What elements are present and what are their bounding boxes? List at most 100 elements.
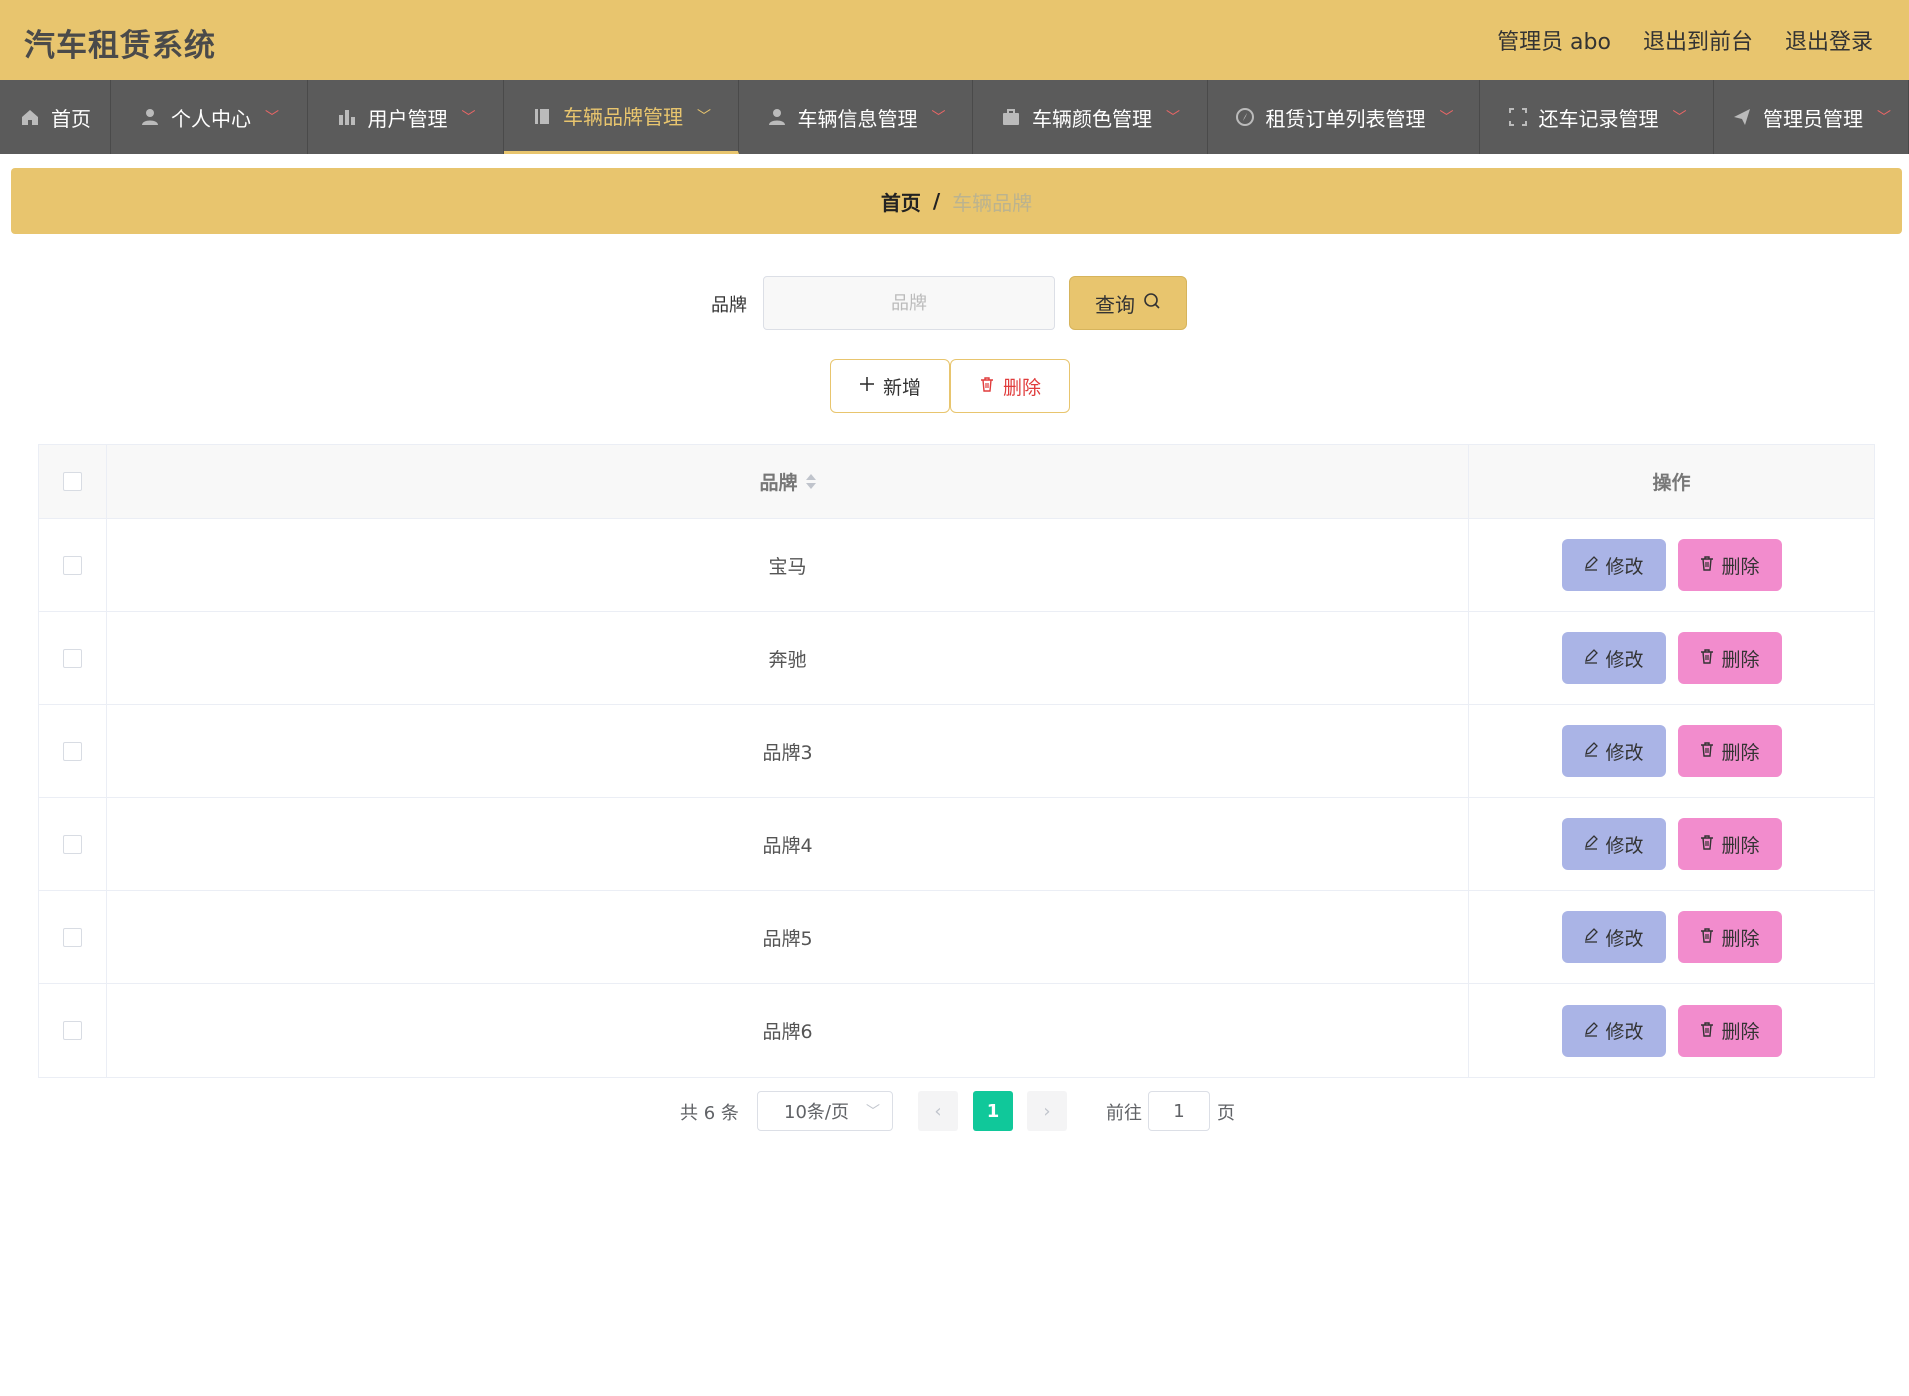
chevron-down-icon: ﹀ (1877, 110, 1891, 126)
app-root: 汽车租赁系统 管理员 abo 退出到前台 退出登录 首页 个人中心 ﹀ 用户管理 (0, 0, 1909, 1396)
batch-delete-button[interactable]: 删除 (950, 359, 1070, 413)
frame-icon (1507, 106, 1529, 128)
row-checkbox[interactable] (63, 1021, 82, 1040)
chevron-right-icon: › (1043, 1100, 1051, 1122)
row-delete-label: 删除 (1721, 741, 1760, 764)
goto-page-input[interactable] (1148, 1091, 1210, 1131)
edit-button[interactable]: 修改 (1561, 632, 1666, 684)
row-checkbox[interactable] (63, 648, 82, 668)
chevron-left-icon: ‹ (934, 1100, 942, 1122)
row-delete-button[interactable]: 删除 (1677, 632, 1782, 684)
edit-button[interactable]: 修改 (1561, 818, 1666, 870)
trash-icon (1699, 1020, 1715, 1042)
row-checkbox[interactable] (63, 741, 82, 761)
nav-item-label: 用户管理 (367, 106, 448, 131)
search-icon (1143, 291, 1161, 315)
nav-item-return-records[interactable]: 还车记录管理 ﹀ (1480, 80, 1714, 154)
trash-icon (979, 375, 995, 397)
exit-to-front-link[interactable]: 退出到前台 (1643, 24, 1753, 56)
chevron-down-icon: ﹀ (1672, 110, 1687, 126)
home-icon (19, 106, 41, 128)
edit-button[interactable]: 修改 (1561, 725, 1666, 777)
edit-button-label: 修改 (1605, 555, 1644, 578)
pagination-total: 共 6 条 (680, 1103, 739, 1124)
nav-item-rental-orders[interactable]: 租赁订单列表管理 ﹀ (1208, 80, 1480, 154)
nav-item-profile[interactable]: 个人中心 ﹀ (111, 80, 308, 154)
table-row: 奔驰 修改 删除 (39, 612, 1874, 705)
ops-cell: 修改 删除 (1469, 891, 1874, 983)
row-delete-button[interactable]: 删除 (1677, 725, 1782, 777)
nav-item-vehicle-info[interactable]: 车辆信息管理 ﹀ (739, 80, 973, 154)
nav-item-users[interactable]: 用户管理 ﹀ (308, 80, 504, 154)
app-title: 汽车租赁系统 (24, 28, 216, 64)
edit-button[interactable]: 修改 (1561, 1004, 1666, 1057)
row-checkbox[interactable] (63, 834, 82, 854)
row-checkbox[interactable] (63, 927, 82, 947)
header-actions: 管理员 abo 退出到前台 退出登录 (1497, 24, 1873, 56)
edit-button-label: 修改 (1605, 834, 1644, 857)
brand-column-header[interactable]: 品牌 (107, 445, 1469, 518)
edit-icon (1583, 554, 1599, 576)
prev-page-button[interactable]: ‹ (918, 1091, 958, 1131)
trash-icon (1699, 647, 1715, 669)
ops-column-header: 操作 (1469, 445, 1874, 518)
row-delete-label: 删除 (1721, 555, 1760, 578)
ops-cell: 修改 删除 (1469, 798, 1874, 890)
nav-item-label: 首页 (51, 106, 91, 131)
brand-cell: 品牌3 (107, 705, 1469, 797)
row-check-cell (39, 612, 107, 704)
nav-item-vehicle-color[interactable]: 车辆颜色管理 ﹀ (973, 80, 1208, 154)
compass-icon (1234, 106, 1256, 128)
nav-item-label: 个人中心 (171, 106, 251, 131)
chevron-down-icon: ﹀ (866, 1104, 880, 1120)
add-button[interactable]: 新增 (830, 359, 950, 413)
select-all-checkbox[interactable] (63, 472, 82, 491)
row-delete-label: 删除 (1721, 834, 1760, 857)
row-check-cell (39, 705, 107, 797)
table-row: 品牌4 修改 删除 (39, 798, 1874, 891)
main-nav: 首页 个人中心 ﹀ 用户管理 ﹀ 车辆品牌管理 ﹀ 车辆信息管理 ﹀ 车辆颜色管… (0, 80, 1909, 154)
page-suffix: 页 (1217, 1103, 1235, 1124)
sort-icon[interactable] (805, 474, 816, 489)
edit-button[interactable]: 修改 (1561, 539, 1666, 591)
row-delete-button[interactable]: 删除 (1677, 539, 1782, 591)
edit-icon (1583, 833, 1599, 855)
query-button[interactable]: 查询 (1069, 276, 1187, 330)
row-delete-button[interactable]: 删除 (1677, 911, 1782, 963)
brand-search-input[interactable] (763, 276, 1055, 330)
action-bar: 新增 删除 (11, 359, 1902, 413)
nav-item-brand[interactable]: 车辆品牌管理 ﹀ (504, 80, 739, 154)
row-checkbox[interactable] (63, 555, 82, 575)
pagination: 共 6 条 10条/页 ﹀ ‹ 1 › 前往 页 (11, 1091, 1902, 1131)
nav-item-admins[interactable]: 管理员管理 ﹀ (1714, 80, 1909, 154)
ops-cell: 修改 删除 (1469, 705, 1874, 797)
search-bar: 品牌 查询 (11, 276, 1902, 330)
table-header: 品牌 操作 (39, 445, 1874, 519)
user-icon (766, 106, 788, 128)
row-delete-button[interactable]: 删除 (1677, 818, 1782, 870)
edit-button-label: 修改 (1605, 927, 1644, 950)
nav-item-label: 车辆信息管理 (797, 106, 918, 131)
trash-icon (1699, 740, 1715, 762)
edit-button-label: 修改 (1605, 1021, 1644, 1043)
row-delete-label: 删除 (1721, 927, 1760, 950)
edit-button[interactable]: 修改 (1561, 911, 1666, 963)
batch-delete-label: 删除 (1002, 376, 1041, 399)
logout-link[interactable]: 退出登录 (1785, 24, 1873, 56)
ops-cell: 修改 删除 (1469, 519, 1874, 611)
nav-item-label: 管理员管理 (1763, 106, 1863, 131)
page-size-select[interactable]: 10条/页 ﹀ (757, 1091, 893, 1131)
brand-column-label: 品牌 (759, 472, 798, 494)
goto-label: 前往 (1106, 1103, 1142, 1124)
page-number-button[interactable]: 1 (973, 1091, 1013, 1131)
plus-icon (859, 375, 875, 397)
row-delete-label: 删除 (1721, 648, 1760, 671)
book-icon (531, 105, 553, 127)
ops-column-label: 操作 (1652, 472, 1691, 494)
nav-item-home[interactable]: 首页 (0, 80, 111, 154)
next-page-button[interactable]: › (1027, 1091, 1067, 1131)
row-delete-button[interactable]: 删除 (1677, 1004, 1782, 1057)
breadcrumb-home[interactable]: 首页 (881, 187, 921, 216)
search-label: 品牌 (711, 295, 747, 316)
breadcrumb-current: 车辆品牌 (952, 190, 1033, 215)
